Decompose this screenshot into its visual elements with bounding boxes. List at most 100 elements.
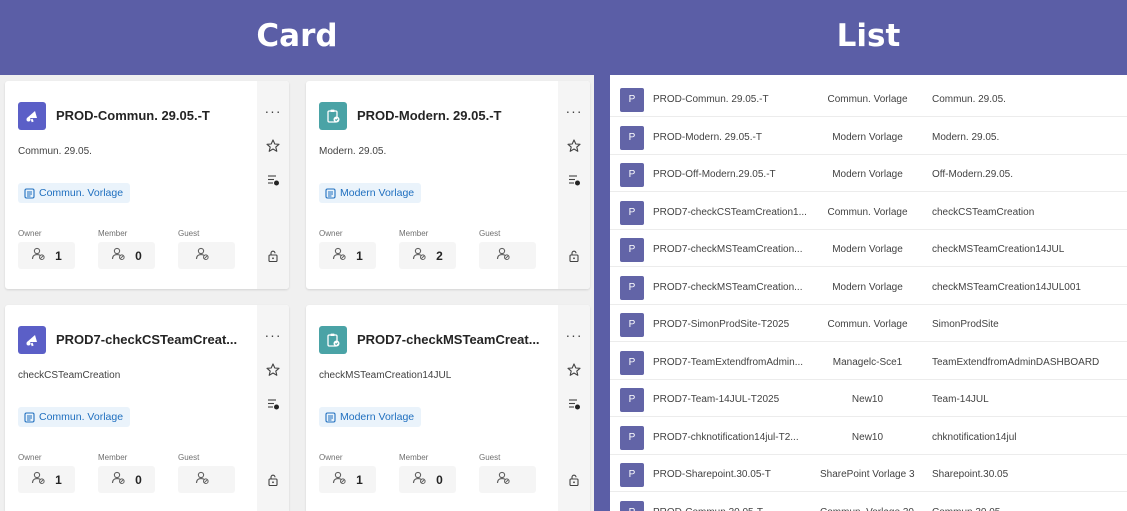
- list-item[interactable]: P PROD-Modern. 29.05.-T Modern Vorlage M…: [610, 117, 1127, 155]
- list-item[interactable]: P PROD-Commun.30.05-T Commun. Vorlage 30…: [610, 492, 1127, 511]
- channel-list-icon[interactable]: [567, 173, 581, 187]
- list-item[interactable]: P PROD7-checkCSTeamCreation1... Commun. …: [610, 192, 1127, 230]
- guest-people-icon: [195, 247, 210, 265]
- guest-label: Guest: [178, 229, 200, 238]
- team-title: PROD-Modern. 29.05.-T: [357, 108, 502, 123]
- team-avatar: P: [620, 125, 644, 150]
- alias-cell: checkMSTeamCreation14JUL: [932, 244, 1065, 255]
- template-tag[interactable]: Commun. Vorlage: [18, 183, 131, 203]
- list-item[interactable]: P PROD7-chknotification14jul-T2... New10…: [610, 417, 1127, 455]
- guest-count-box[interactable]: [178, 242, 235, 269]
- team-avatar: P: [620, 463, 644, 487]
- team-name-cell: PROD-Commun. 29.05.-T: [653, 94, 769, 105]
- team-title: PROD7-checkMSTeamCreat...: [357, 332, 540, 347]
- favorite-star-icon[interactable]: [567, 363, 581, 377]
- list-item[interactable]: P PROD7-Team-14JUL-T2025 New10 Team-14JU…: [610, 379, 1127, 417]
- template-icon: [325, 187, 336, 199]
- member-label: Member: [98, 229, 128, 238]
- owner-count-box[interactable]: 1: [319, 466, 376, 493]
- team-avatar: P: [620, 425, 644, 450]
- owner-count-box[interactable]: 1: [18, 242, 75, 269]
- team-card[interactable]: PROD-Modern. 29.05.-T Modern. 29.05. Mod…: [306, 81, 590, 289]
- clipboard-icon: [319, 102, 347, 130]
- lock-icon[interactable]: [567, 473, 581, 487]
- channel-list-icon[interactable]: [567, 397, 581, 411]
- guest-label: Guest: [178, 453, 200, 462]
- team-name-cell: PROD7-checkMSTeamCreation...: [653, 244, 803, 255]
- template-icon: [24, 187, 35, 199]
- owner-count: 1: [55, 248, 62, 263]
- guest-people-icon: [496, 247, 511, 265]
- more-options-icon[interactable]: ···: [257, 328, 289, 342]
- list-item[interactable]: P PROD7-SimonProdSite-T2025 Commun. Vorl…: [610, 304, 1127, 342]
- team-avatar: P: [620, 88, 644, 112]
- owner-people-icon: [332, 471, 347, 489]
- member-people-icon: [412, 471, 427, 489]
- lock-icon[interactable]: [266, 249, 280, 263]
- template-cell: Modern Vorlage: [832, 169, 903, 180]
- template-cell: Commun. Vorlage: [827, 94, 908, 105]
- more-options-icon[interactable]: ···: [558, 104, 590, 118]
- owner-count-box[interactable]: 1: [18, 466, 75, 493]
- team-card-body[interactable]: PROD7-checkCSTeamCreat... checkCSTeamCre…: [5, 305, 257, 511]
- team-description: checkMSTeamCreation14JUL: [319, 370, 452, 381]
- team-avatar: P: [620, 200, 644, 225]
- alias-cell: TeamExtendfromAdminDASHBOARD: [932, 356, 1100, 368]
- card-view-panel: PROD-Commun. 29.05.-T Commun. 29.05. Com…: [0, 75, 594, 511]
- owner-people-icon: [31, 471, 46, 489]
- owner-people-icon: [31, 247, 46, 265]
- team-card-body[interactable]: PROD-Modern. 29.05.-T Modern. 29.05. Mod…: [306, 81, 558, 289]
- favorite-star-icon[interactable]: [266, 139, 280, 153]
- member-count: 2: [436, 248, 443, 263]
- favorite-star-icon[interactable]: [266, 363, 280, 377]
- guest-count-box[interactable]: [479, 242, 536, 269]
- team-card[interactable]: PROD7-checkMSTeamCreat... checkMSTeamCre…: [306, 305, 590, 511]
- owner-label: Owner: [319, 453, 343, 462]
- template-tag[interactable]: Commun. Vorlage: [18, 407, 131, 427]
- favorite-star-icon[interactable]: [567, 139, 581, 153]
- team-name-cell: PROD-Sharepoint.30.05-T: [653, 469, 771, 480]
- template-icon: [24, 411, 35, 423]
- team-avatar: P: [620, 388, 644, 412]
- member-count-box[interactable]: 0: [98, 466, 155, 493]
- owner-count-box[interactable]: 1: [319, 242, 376, 269]
- list-item[interactable]: P PROD7-checkMSTeamCreation... Modern Vo…: [610, 267, 1127, 305]
- more-options-icon[interactable]: ···: [558, 328, 590, 342]
- member-people-icon: [412, 247, 427, 265]
- template-tag[interactable]: Modern Vorlage: [319, 407, 422, 427]
- team-card[interactable]: PROD7-checkCSTeamCreat... checkCSTeamCre…: [5, 305, 289, 511]
- team-description: Modern. 29.05.: [319, 146, 387, 157]
- team-avatar: P: [620, 275, 644, 300]
- team-avatar: P: [620, 313, 644, 337]
- card-action-rail: ···: [257, 305, 289, 511]
- more-options-icon[interactable]: ···: [257, 104, 289, 118]
- list-item[interactable]: P PROD-Commun. 29.05.-T Commun. Vorlage …: [610, 79, 1127, 117]
- alias-cell: Commun.30.05: [932, 507, 1122, 511]
- channel-list-icon[interactable]: [266, 397, 280, 411]
- lock-icon[interactable]: [266, 473, 280, 487]
- megaphone-icon: [18, 326, 46, 354]
- template-cell: New10: [851, 431, 884, 443]
- member-count-box[interactable]: 0: [399, 466, 456, 493]
- guest-count-box[interactable]: [178, 466, 235, 493]
- guest-count-box[interactable]: [479, 466, 536, 493]
- list-item[interactable]: P PROD7-checkMSTeamCreation... Modern Vo…: [610, 229, 1127, 267]
- template-name: Modern Vorlage: [340, 411, 415, 423]
- team-avatar: P: [620, 350, 644, 375]
- team-card[interactable]: PROD-Commun. 29.05.-T Commun. 29.05. Com…: [5, 81, 289, 289]
- team-card-body[interactable]: PROD-Commun. 29.05.-T Commun. 29.05. Com…: [5, 81, 257, 289]
- template-cell: SharePoint Vorlage 3...: [820, 469, 915, 480]
- lock-icon[interactable]: [567, 249, 581, 263]
- member-count-box[interactable]: 0: [98, 242, 155, 269]
- list-item[interactable]: P PROD-Sharepoint.30.05-T SharePoint Vor…: [610, 454, 1127, 492]
- alias-cell: chknotification14jul: [932, 431, 1017, 443]
- alias-cell: Sharepoint.30.05: [932, 469, 1009, 480]
- channel-list-icon[interactable]: [266, 173, 280, 187]
- list-item[interactable]: P PROD7-TeamExtendfromAdmin... Managelc-…: [610, 342, 1127, 380]
- template-tag[interactable]: Modern Vorlage: [319, 183, 422, 203]
- team-avatar: P: [620, 500, 644, 511]
- member-count-box[interactable]: 2: [399, 242, 456, 269]
- view-divider: [594, 75, 610, 511]
- list-item[interactable]: P PROD-Off-Modern.29.05.-T Modern Vorlag…: [610, 154, 1127, 192]
- team-card-body[interactable]: PROD7-checkMSTeamCreat... checkMSTeamCre…: [306, 305, 558, 511]
